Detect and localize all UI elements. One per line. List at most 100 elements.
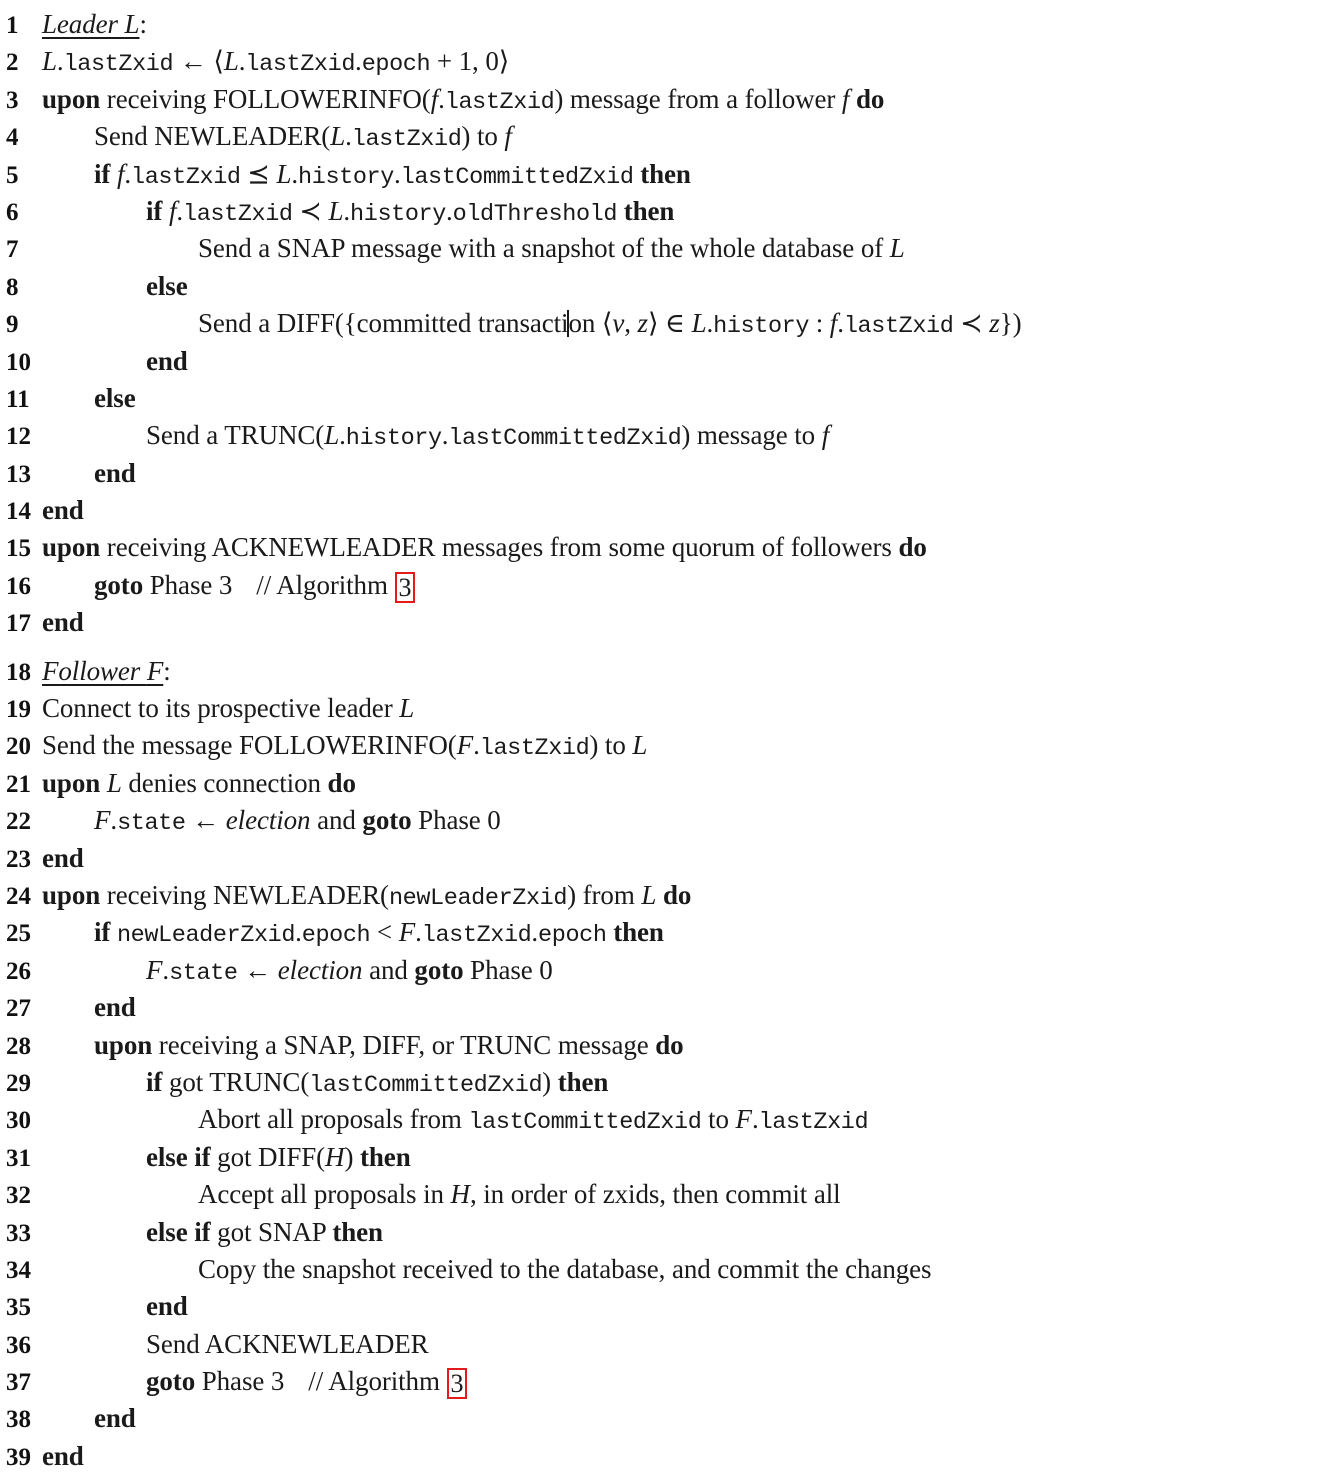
code-line: 31 else if got DIFF(H) then [0, 1139, 1336, 1176]
line-content: end [42, 842, 84, 873]
line-content: Send ACKNEWLEADER [146, 1328, 429, 1359]
line-number: 18 [6, 658, 31, 686]
line-number: 19 [6, 696, 31, 724]
line-content: upon receiving FOLLOWERINFO(f.lastZxid) … [42, 83, 885, 116]
code-line: 7 Send a SNAP message with a snapshot of… [0, 230, 1336, 267]
code-line: 27 end [0, 989, 1336, 1026]
line-number: 4 [6, 124, 19, 152]
code-line: 13 end [0, 455, 1336, 492]
line-number: 21 [6, 770, 31, 798]
line-content: end [94, 1403, 136, 1434]
code-line: 38 end [0, 1400, 1336, 1437]
code-line: 19 Connect to its prospective leader L [0, 690, 1336, 727]
code-line: 23 end [0, 840, 1336, 877]
code-line: 1 Leader L: [0, 6, 1336, 43]
line-number: 7 [6, 236, 19, 264]
line-content: if f.lastZxid ≺ L.history.oldThreshold t… [146, 195, 675, 228]
line-content: if f.lastZxid ⪯ L.history.lastCommittedZ… [94, 158, 691, 191]
line-number: 9 [6, 311, 19, 339]
line-content: else [146, 270, 188, 301]
line-number: 17 [6, 610, 31, 638]
line-number: 1 [6, 12, 19, 39]
line-content: Abort all proposals from lastCommittedZx… [198, 1104, 869, 1137]
line-number: 24 [6, 882, 31, 910]
line-number: 14 [6, 498, 31, 526]
code-line: 28 upon receiving a SNAP, DIFF, or TRUNC… [0, 1027, 1336, 1064]
line-content: end [94, 992, 136, 1023]
line-content: Send a SNAP message with a snapshot of t… [198, 233, 905, 264]
line-content: Send a DIFF({committed transaction ⟨v, z… [198, 308, 1022, 341]
line-number: 26 [6, 957, 31, 985]
line-number: 27 [6, 995, 31, 1023]
line-number: 23 [6, 845, 31, 873]
line-content: upon receiving a SNAP, DIFF, or TRUNC me… [94, 1029, 684, 1060]
line-content: Copy the snapshot received to the databa… [198, 1253, 932, 1284]
line-number: 20 [6, 733, 31, 761]
line-number: 15 [6, 535, 31, 563]
line-number: 37 [6, 1369, 31, 1397]
line-number: 11 [6, 385, 30, 413]
code-line: 14 end [0, 492, 1336, 529]
code-line: 10 end [0, 343, 1336, 380]
code-line: 26 F.state ← election and goto Phase 0 [0, 952, 1336, 989]
line-content: upon L denies connection do [42, 767, 356, 798]
line-content: F.state ← election and goto Phase 0 [146, 954, 553, 987]
algorithm-reference-link[interactable]: 3 [446, 1368, 468, 1400]
line-number: 32 [6, 1182, 31, 1210]
code-line: 11 else [0, 380, 1336, 417]
line-number: 29 [6, 1069, 31, 1097]
line-content: Send a TRUNC(L.history.lastCommittedZxid… [146, 420, 830, 453]
line-number: 8 [6, 273, 19, 301]
line-number: 25 [6, 920, 31, 948]
line-content: Send NEWLEADER(L.lastZxid) to f [94, 121, 512, 154]
line-content: else if got DIFF(H) then [146, 1141, 411, 1172]
line-content: Send the message FOLLOWERINFO(F.lastZxid… [42, 730, 648, 763]
line-content: end [94, 457, 136, 488]
code-line: 25 if newLeaderZxid.epoch < F.lastZxid.e… [0, 914, 1336, 951]
line-number: 6 [6, 198, 19, 226]
code-line: 4 Send NEWLEADER(L.lastZxid) to f [0, 118, 1336, 155]
code-line: 18 Follower F: [0, 653, 1336, 690]
line-number: 3 [6, 86, 19, 114]
line-number: 39 [6, 1443, 31, 1471]
code-line: 2 L.lastZxid ← ⟨L.lastZxid.epoch + 1, 0⟩ [0, 43, 1336, 80]
code-line: 3 upon receiving FOLLOWERINFO(f.lastZxid… [0, 81, 1336, 118]
code-line: 32 Accept all proposals in H, in order o… [0, 1176, 1336, 1213]
line-number: 5 [6, 161, 19, 189]
code-line: 20 Send the message FOLLOWERINFO(F.lastZ… [0, 727, 1336, 764]
code-line: 34 Copy the snapshot received to the dat… [0, 1251, 1336, 1288]
line-number: 12 [6, 423, 31, 451]
line-content: end [146, 345, 188, 376]
line-content: F.state ← election and goto Phase 0 [94, 805, 501, 838]
line-number: 36 [6, 1331, 31, 1359]
line-content: L.lastZxid ← ⟨L.lastZxid.epoch + 1, 0⟩ [42, 46, 510, 79]
code-line: 21 upon L denies connection do [0, 765, 1336, 802]
line-content: end [42, 1440, 84, 1471]
algorithm-reference-link[interactable]: 3 [394, 571, 416, 603]
code-line: 35 end [0, 1288, 1336, 1325]
line-number: 28 [6, 1032, 31, 1060]
line-content: Leader L: [42, 9, 147, 39]
line-content: if newLeaderZxid.epoch < F.lastZxid.epoc… [94, 917, 664, 950]
line-content: end [146, 1291, 188, 1322]
line-number: 35 [6, 1294, 31, 1322]
code-line: 17 end [0, 604, 1336, 641]
code-line: 30 Abort all proposals from lastCommitte… [0, 1101, 1336, 1138]
code-line: 5 if f.lastZxid ⪯ L.history.lastCommitte… [0, 156, 1336, 193]
line-number: 16 [6, 572, 31, 600]
line-content: goto Phase 3// Algorithm 3 [42, 1363, 468, 1400]
code-line: 37 goto Phase 3// Algorithm 3 [0, 1363, 1336, 1400]
line-number: 30 [6, 1107, 31, 1135]
section-heading-follower: Follower F [42, 655, 164, 686]
line-number: 10 [6, 348, 31, 376]
line-content: Connect to its prospective leader L [42, 693, 415, 724]
line-content: upon receiving NEWLEADER(newLeaderZxid) … [42, 879, 692, 912]
code-line: 12 Send a TRUNC(L.history.lastCommittedZ… [0, 417, 1336, 454]
code-line: 16 goto Phase 3// Algorithm 3 [0, 567, 1336, 604]
code-line: 24 upon receiving NEWLEADER(newLeaderZxi… [0, 877, 1336, 914]
line-number: 38 [6, 1406, 31, 1434]
code-line: 15 upon receiving ACKNEWLEADER messages … [0, 529, 1336, 566]
line-content: upon receiving ACKNEWLEADER messages fro… [42, 532, 927, 563]
line-number: 13 [6, 460, 31, 488]
code-line: 9 Send a DIFF({committed transaction ⟨v,… [0, 305, 1336, 342]
